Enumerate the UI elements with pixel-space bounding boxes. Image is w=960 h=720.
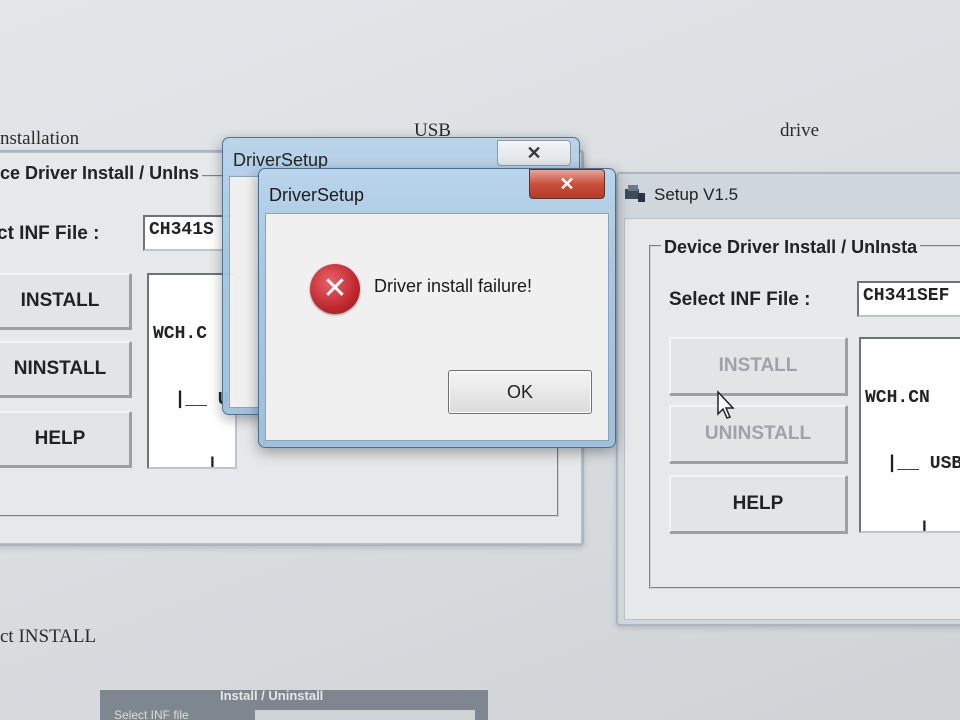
left-select-inf-label: ct INF File :	[0, 223, 100, 244]
right-uninstall-button[interactable]: UNINSTALL	[669, 405, 847, 463]
right-setup-client: Device Driver Install / UnInsta Select I…	[624, 218, 960, 620]
error-dialog-body: ✕ Driver install failure! OK	[265, 213, 609, 441]
mouse-cursor-icon	[716, 390, 738, 425]
left-tree-node-2: |__	[153, 456, 237, 469]
right-device-tree[interactable]: WCH.CN |__ USB |__ 00	[859, 337, 960, 533]
right-setup-window: Setup V1.5 Device Driver Install / UnIns…	[616, 172, 960, 626]
back-dialog-close-button[interactable]: ✕	[497, 140, 571, 166]
left-inf-field[interactable]: CH341S	[143, 215, 233, 251]
right-setup-title: Setup V1.5	[654, 185, 739, 204]
error-dialog: DriverSetup ✕ ✕ Driver install failure! …	[258, 168, 616, 448]
right-help-button[interactable]: HELP	[669, 475, 847, 533]
left-tree-node-0: WCH.C	[153, 324, 208, 344]
thumb-titlebar: Install / Uninstall	[220, 690, 324, 703]
left-group-title: ce Driver Install / UnIns	[0, 163, 203, 184]
left-help-button[interactable]: HELP	[0, 411, 131, 467]
error-icon-glyph: ✕	[322, 271, 348, 306]
left-tree-node-1: |__ U	[153, 390, 229, 410]
right-group-title: Device Driver Install / UnInsta	[661, 237, 921, 258]
left-uninstall-button[interactable]: NINSTALL	[0, 341, 131, 397]
error-icon: ✕	[310, 264, 360, 314]
thumb-field	[255, 710, 475, 720]
right-select-inf-label: Select INF File :	[669, 289, 811, 310]
right-install-button[interactable]: INSTALL	[669, 337, 847, 395]
thumb-field-label: Select INF file	[114, 708, 189, 720]
error-message: Driver install failure!	[374, 276, 533, 296]
error-dialog-close-button[interactable]: ✕	[529, 169, 605, 199]
right-tree-node-2: |__ 00	[919, 520, 952, 533]
doc-select-install-text: ct INSTALL	[0, 626, 97, 647]
right-tree-node-1: |__ USB	[865, 454, 960, 474]
right-tree-node-0: WCH.CN	[865, 388, 930, 408]
ok-button[interactable]: OK	[448, 370, 592, 414]
left-install-button[interactable]: INSTALL	[0, 273, 131, 329]
error-dialog-title: DriverSetup	[269, 185, 365, 205]
right-inf-field[interactable]: CH341SEF	[857, 281, 960, 317]
doc-thumbnail: Install / Uninstall Select INF file	[100, 690, 488, 720]
doc-installation-text: nstallation	[0, 128, 80, 149]
doc-drive-text: drive	[780, 120, 820, 141]
